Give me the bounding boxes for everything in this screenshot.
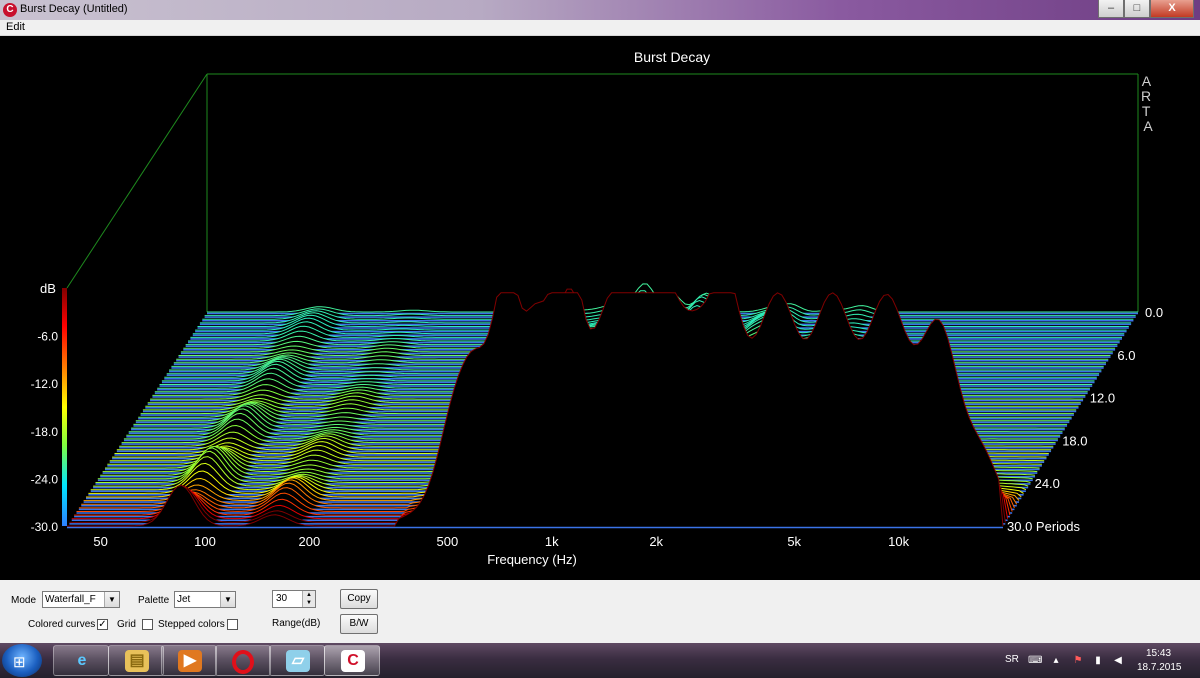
clock-date[interactable]: 18.7.2015 [1137, 662, 1182, 673]
notebook-icon: ▱ [286, 650, 310, 672]
range-label: Range(dB) [272, 618, 321, 629]
grid-label: Grid [117, 619, 136, 630]
y-tick-label: 6.0 [1117, 348, 1135, 363]
z-tick-label: -24.0 [31, 472, 59, 486]
menu-bar: Edit [0, 20, 1200, 36]
folder-icon: ▤ [125, 650, 149, 672]
taskbar-explorer[interactable]: ▤ [108, 645, 164, 676]
x-tick-label: 1k [545, 534, 559, 549]
taskbar-opera[interactable] [215, 645, 271, 676]
flag-icon[interactable]: ⚑ [1072, 656, 1084, 666]
y-tick-label: 0.0 [1145, 305, 1163, 320]
chevron-down-icon: ▼ [104, 592, 119, 607]
internet-explorer-icon: e [77, 652, 87, 669]
language-indicator[interactable]: SR [1005, 654, 1019, 665]
spin-arrows-icon[interactable]: ▲ ▼ [302, 591, 315, 607]
stepped-colors-checkbox[interactable] [227, 619, 238, 630]
close-button[interactable]: X [1150, 0, 1194, 18]
mode-select[interactable]: Waterfall_F ▼ [42, 591, 120, 608]
clock-time[interactable]: 15:43 [1146, 648, 1171, 659]
app-window: C Burst Decay (Untitled) – □ X Edit Burs… [0, 0, 1200, 678]
taskbar-arta[interactable]: C [324, 645, 380, 676]
x-tick-label: 50 [93, 534, 107, 549]
stepped-colors-label: Stepped colors [158, 619, 225, 630]
chart-title: Burst Decay [634, 49, 710, 65]
z-axis-label: dB [40, 281, 56, 296]
x-tick-label: 100 [194, 534, 216, 549]
title-bar[interactable]: C Burst Decay (Untitled) – □ X [0, 0, 1200, 20]
opera-icon [232, 650, 254, 674]
palette-label: Palette [138, 595, 170, 606]
menu-edit[interactable]: Edit [6, 21, 25, 33]
mode-select-value: Waterfall_F [45, 594, 96, 605]
colored-curves-checkbox[interactable]: ✓ [97, 619, 108, 630]
arta-brand: A R T A [1141, 73, 1155, 134]
z-tick-label: -18.0 [31, 425, 59, 439]
z-tick-label: -12.0 [31, 377, 59, 391]
range-value: 30 [276, 593, 288, 604]
arta-app-icon: C [3, 3, 17, 17]
window-title: Burst Decay (Untitled) [20, 3, 128, 15]
copy-button[interactable]: Copy [340, 589, 378, 609]
media-player-icon: ▶ [178, 650, 202, 672]
chevron-down-icon: ▼ [220, 592, 235, 607]
system-tray: SR ⌨ ▴ ⚑ ▮ ◀ 15:43 18.7.2015 [1000, 643, 1200, 678]
y-tick-label: 18.0 [1062, 433, 1087, 448]
y-tick-label: 24.0 [1035, 476, 1060, 491]
grid-checkbox[interactable] [142, 619, 153, 630]
windows-logo-icon: ⊞ [13, 654, 26, 671]
arta-icon: C [341, 650, 365, 672]
controls-panel: Mode Waterfall_F ▼ Palette Jet ▼ 30 ▲ ▼ R… [0, 580, 1200, 643]
left-top-edge [66, 73, 208, 289]
range-spinner[interactable]: 30 ▲ ▼ [272, 590, 316, 608]
x-tick-label: 200 [299, 534, 321, 549]
volume-icon[interactable]: ◀ [1112, 656, 1124, 666]
x-ticks: 50 100 200 500 1k 2k 5k 10k [93, 534, 909, 549]
colorbar [62, 288, 67, 526]
mode-label: Mode [11, 595, 37, 606]
y-tick-label: 30.0 Periods [1007, 519, 1080, 534]
x-axis-label: Frequency (Hz) [487, 552, 577, 567]
keyboard-icon[interactable]: ⌨ [1028, 656, 1042, 666]
z-ticks: -6.0 -12.0 -18.0 -24.0 -30.0 [31, 330, 59, 534]
waterfall-slices [67, 283, 1138, 529]
x-tick-label: 500 [437, 534, 459, 549]
colored-curves-label: Colored curves [28, 619, 96, 630]
taskbar-app[interactable]: ▱ [269, 645, 325, 676]
minimize-button[interactable]: – [1098, 0, 1124, 18]
show-hidden-icon[interactable]: ▴ [1050, 656, 1062, 666]
y-tick-label: 12.0 [1090, 391, 1115, 406]
start-button[interactable]: ⊞ [2, 644, 42, 677]
z-tick-label: -6.0 [37, 330, 58, 344]
x-tick-label: 5k [787, 534, 801, 549]
burst-decay-chart: Burst Decay A R T A dB -6.0 -12.0 -18.0 -24… [0, 36, 1200, 580]
signal-icon[interactable]: ▮ [1092, 656, 1104, 666]
window-controls: – □ X [1098, 0, 1194, 18]
z-tick-label: -30.0 [31, 520, 59, 534]
x-tick-label: 2k [649, 534, 663, 549]
maximize-button[interactable]: □ [1124, 0, 1150, 18]
taskbar-ie[interactable]: e [53, 645, 109, 676]
x-tick-label: 10k [888, 534, 909, 549]
palette-select[interactable]: Jet ▼ [174, 591, 236, 608]
taskbar-media[interactable]: ▶ [161, 645, 217, 676]
bw-button[interactable]: B/W [340, 614, 378, 634]
taskbar: ⊞ e ▤ ▶ ▱ C SR ⌨ ▴ ⚑ ▮ ◀ 15:43 18.7.2015 [0, 643, 1200, 678]
palette-select-value: Jet [177, 594, 191, 605]
